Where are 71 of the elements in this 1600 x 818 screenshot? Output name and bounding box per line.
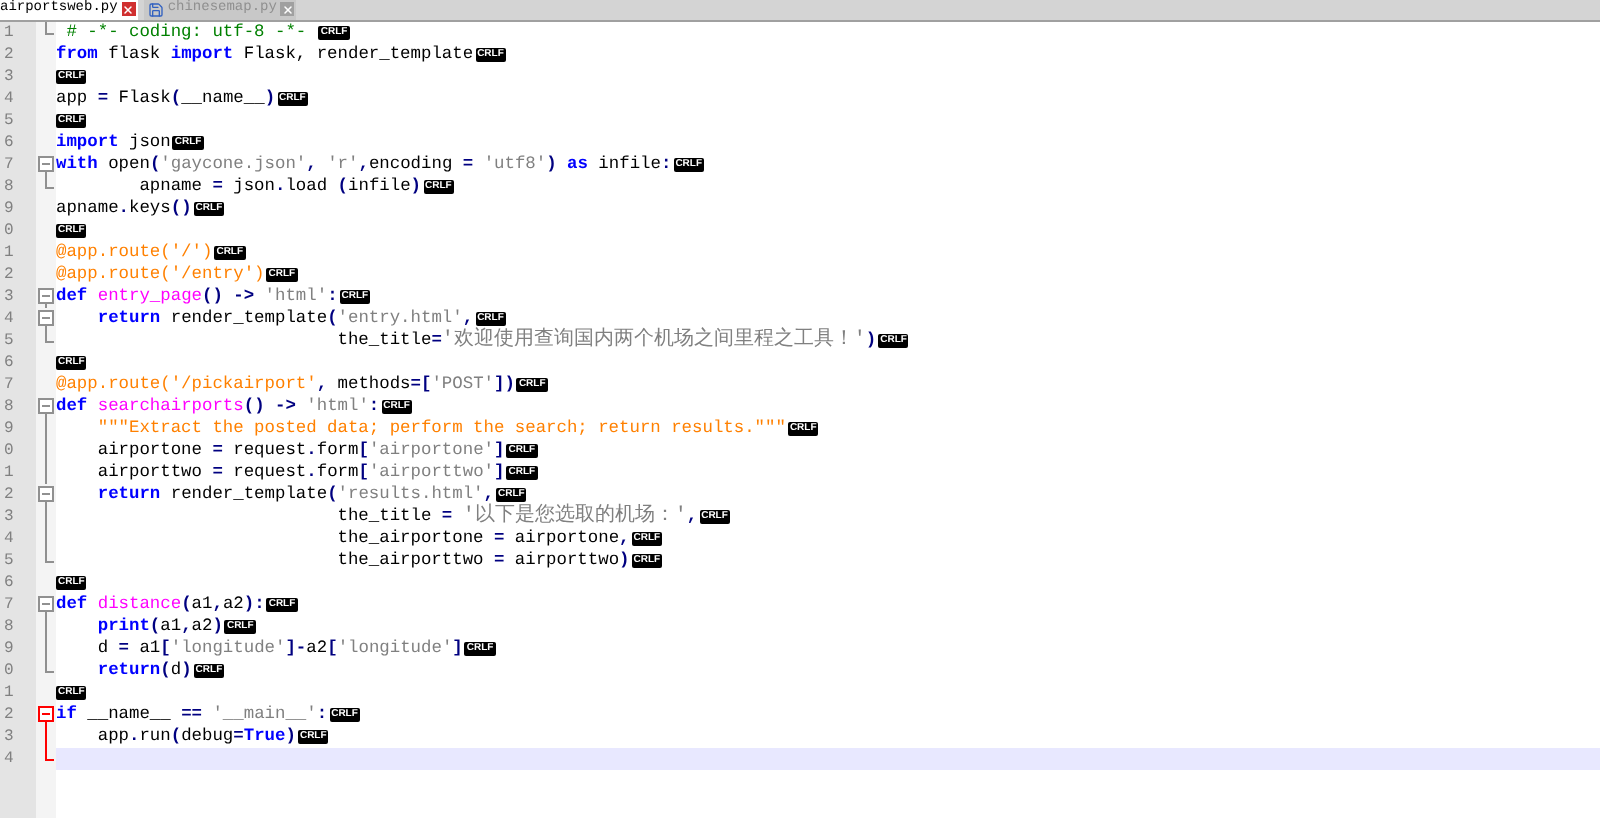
line-number: 8 (2, 176, 16, 198)
fold-toggle-icon[interactable] (36, 396, 56, 418)
code-line: airportone = request.form['airportone'] (95, 440, 505, 462)
close-icon[interactable] (280, 2, 295, 16)
fold-toggle-icon[interactable] (36, 484, 56, 506)
line-number: 2 (2, 264, 16, 286)
line-number: 7 (2, 374, 16, 396)
line-number: 4 (2, 308, 16, 330)
code-line: # -*- coding: utf-8 -*- (64, 22, 309, 44)
code-line: def entry_page() -> 'html': (56, 286, 338, 308)
fold-toggle-icon[interactable] (36, 308, 56, 330)
code-line: the_title='欢迎使用查询国内两个机场之间里程之工具！') (335, 330, 877, 352)
line-number: 1 (2, 22, 16, 44)
code-line: d = a1['longitude']-a2['longitude'] (95, 638, 463, 660)
code-line: from flask import Flask, render_template (56, 44, 474, 66)
code-line: app = Flask(__name__) (56, 88, 276, 110)
code-line: the_airporttwo = airporttwo) (335, 550, 630, 572)
line-number: 0 (2, 220, 16, 242)
save-icon (147, 1, 164, 17)
line-number: 1 (2, 682, 16, 704)
line-number: 2 (2, 44, 16, 66)
code-line: @app.route('/') (56, 242, 213, 264)
line-number: 5 (2, 330, 16, 352)
line-number: 3 (2, 286, 16, 308)
line-number: 9 (2, 638, 16, 660)
line-number: 0 (2, 440, 16, 462)
line-number: 6 (2, 132, 16, 154)
line-number: 0 (2, 660, 16, 682)
code-line: return render_template('entry.html', (95, 308, 474, 328)
line-number: 5 (2, 110, 16, 132)
line-number: 6 (2, 352, 16, 374)
line-number: 4 (2, 88, 16, 110)
line-number: 3 (2, 726, 16, 748)
fold-toggle-icon[interactable] (36, 286, 56, 308)
code-line: apname = json.load (infile) (137, 176, 422, 198)
code-line: the_title = '以下是您选取的机场：', (335, 506, 698, 528)
code-line: apname.keys() (56, 198, 192, 220)
fold-toggle-icon[interactable] (36, 594, 56, 616)
code-line: return(d) (95, 660, 192, 682)
code-line: import json (56, 132, 171, 154)
line-number: 8 (2, 616, 16, 638)
code-line: app.run(debug=True) (95, 726, 296, 748)
code-line: if __name__ == '__main__': (56, 704, 328, 726)
line-number: 3 (2, 66, 16, 88)
line-number: 1 (2, 462, 16, 484)
line-number: 9 (2, 198, 16, 220)
line-number: 1 (2, 242, 16, 264)
code-line: def distance(a1,a2): (56, 594, 265, 616)
line-number: 3 (2, 506, 16, 528)
code-line: print(a1,a2) (95, 616, 223, 638)
line-number: 4 (2, 528, 16, 550)
line-number: 7 (2, 154, 16, 176)
code-line: return render_template('results.html', (95, 484, 494, 504)
code-line: @app.route('/entry') (56, 264, 265, 286)
fold-toggle-icon[interactable] (36, 704, 56, 726)
line-number: 4 (2, 748, 16, 770)
code-line: """Extract the posted data; perform the search; return results.""" (95, 418, 786, 440)
code-line: with open('gaycone.json', 'r',encoding = 'utf8') as infile: (56, 154, 672, 176)
line-number: 7 (2, 594, 16, 616)
line-number: 8 (2, 396, 16, 418)
line-number: 2 (2, 704, 16, 726)
close-icon[interactable] (121, 2, 136, 16)
fold-toggle-icon[interactable] (36, 154, 56, 176)
line-number: 9 (2, 418, 16, 440)
code-line: @app.route('/pickairport', methods=['POST']) (56, 374, 515, 396)
line-number: 5 (2, 550, 16, 572)
code-line: def searchairports() -> 'html': (56, 396, 380, 418)
line-number: 6 (2, 572, 16, 594)
code-line: airporttwo = request.form['airporttwo'] (95, 462, 505, 484)
code-line: the_airportone = airportone, (335, 528, 630, 550)
line-number: 2 (2, 484, 16, 506)
